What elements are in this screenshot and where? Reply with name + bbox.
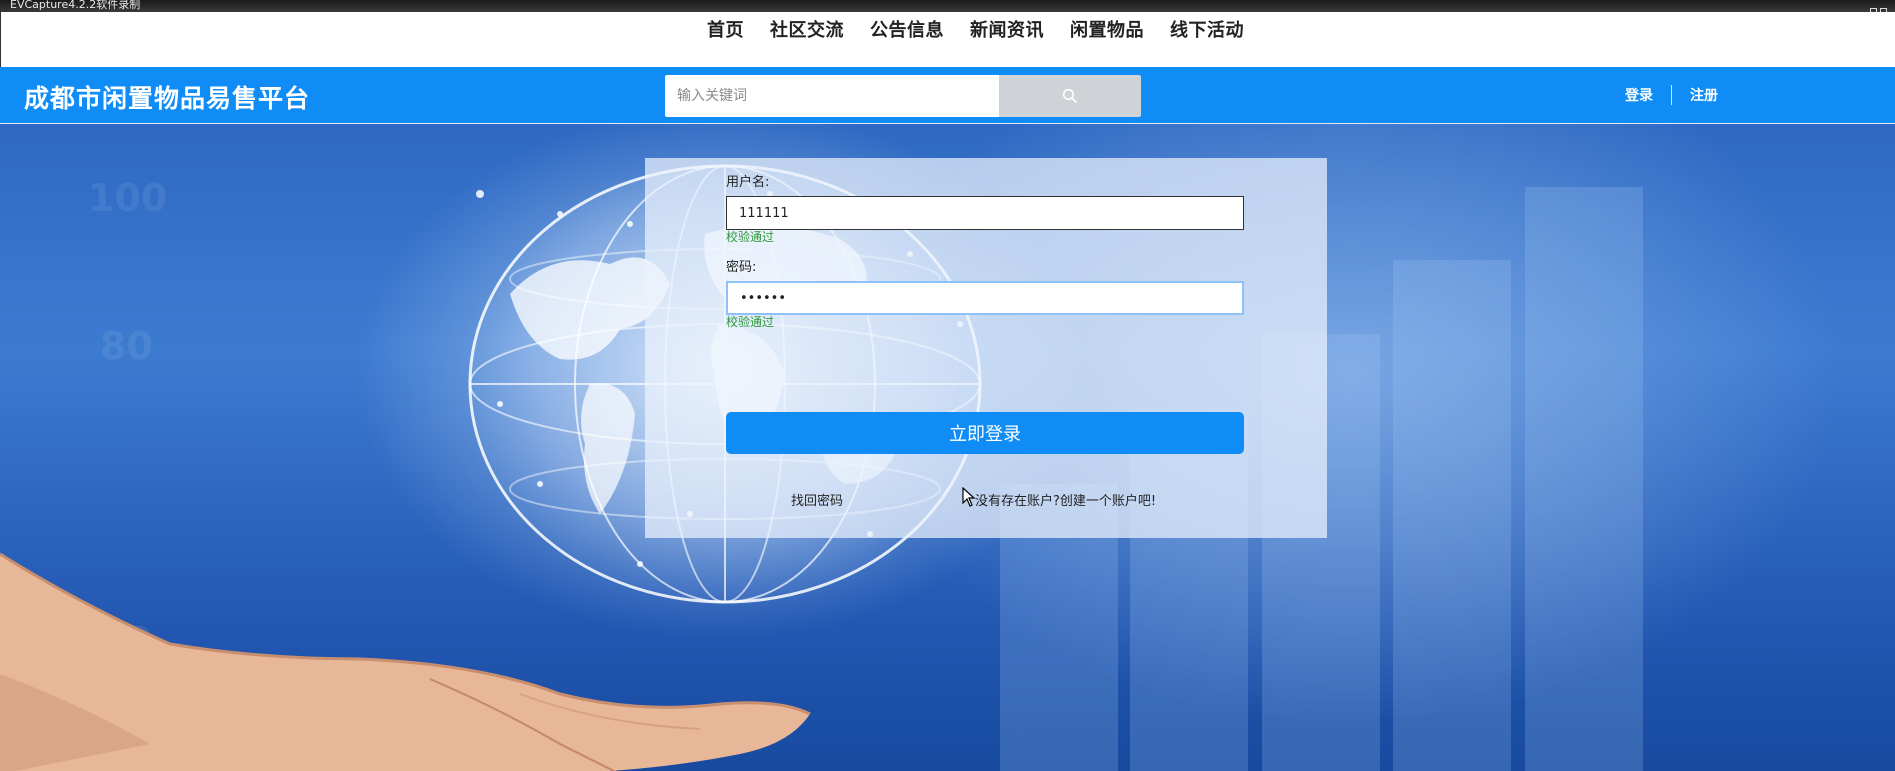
password-label: 密码: — [726, 260, 757, 275]
username-status: 校验通过 — [726, 230, 775, 244]
search-button[interactable] — [999, 75, 1141, 117]
nav-menu: 首页 社区交流 公告信息 新闻资讯 闲置物品 线下活动 — [707, 16, 1270, 42]
bar-decoration — [1525, 187, 1643, 771]
login-submit-button[interactable]: 立即登录 — [726, 412, 1244, 454]
nav-item-offline-events[interactable]: 线下活动 — [1170, 16, 1244, 42]
auth-links: 登录 注册 — [1625, 85, 1718, 105]
nav-item-announcements[interactable]: 公告信息 — [870, 16, 944, 42]
create-account-link[interactable]: 没有存在账户?创建一个账户吧! — [975, 490, 1156, 509]
register-link[interactable]: 注册 — [1690, 85, 1718, 105]
site-title: 成都市闲置物品易售平台 — [24, 84, 311, 113]
nav-item-community[interactable]: 社区交流 — [770, 16, 844, 42]
password-field[interactable] — [726, 281, 1244, 315]
decor-number: 100 — [88, 176, 168, 220]
login-link[interactable]: 登录 — [1625, 85, 1653, 105]
bar-decoration — [1393, 260, 1511, 771]
nav-item-home[interactable]: 首页 — [707, 16, 744, 42]
search-icon — [1062, 88, 1077, 103]
username-field[interactable] — [726, 196, 1244, 230]
nav-item-news[interactable]: 新闻资讯 — [970, 16, 1044, 42]
top-navigation: 首页 社区交流 公告信息 新闻资讯 闲置物品 线下活动 — [0, 12, 1895, 67]
username-label: 用户名: — [726, 175, 770, 190]
login-panel: 用户名: 校验通过 密码: 校验通过 立即登录 找回密码 没有存在账户?创建一个… — [645, 158, 1327, 538]
capture-title-bar: EVCapture4.2.2软件录制 — [0, 0, 1895, 12]
search-box — [665, 75, 1141, 117]
search-input[interactable] — [665, 75, 999, 117]
window-controls[interactable] — [1867, 0, 1889, 12]
link-divider — [1671, 85, 1672, 105]
capture-title: EVCapture4.2.2软件录制 — [10, 0, 141, 11]
forgot-password-link[interactable]: 找回密码 — [791, 490, 843, 509]
password-status: 校验通过 — [726, 315, 775, 329]
mouse-cursor-icon — [962, 487, 976, 507]
decor-number: 80 — [100, 324, 153, 368]
site-header: 成都市闲置物品易售平台 登录 注册 — [0, 67, 1895, 124]
nav-item-idle-goods[interactable]: 闲置物品 — [1070, 16, 1144, 42]
